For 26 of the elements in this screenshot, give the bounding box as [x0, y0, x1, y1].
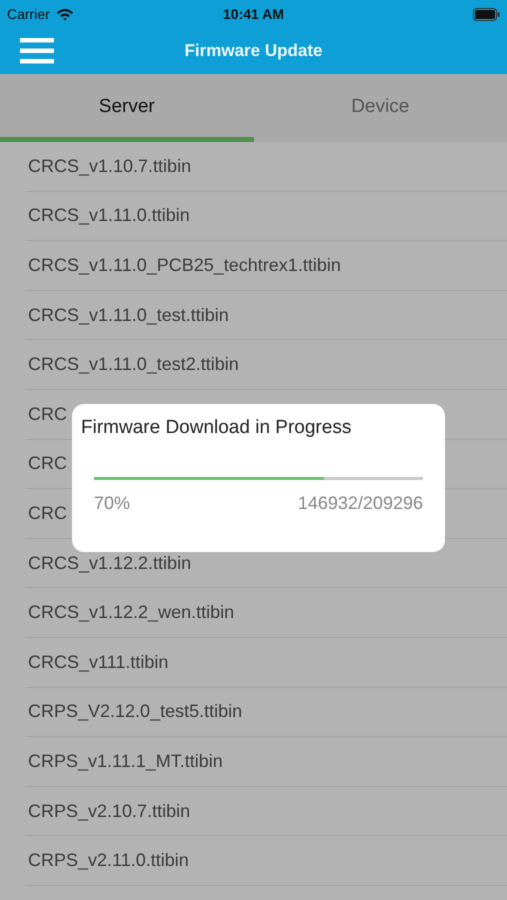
file-name[interactable]: CRCS_v1.12.2.ttibin — [28, 552, 192, 574]
clock-time: 10:41 AM — [223, 6, 284, 22]
file-name[interactable]: CRCS_v1.11.0_test.ttibin — [28, 304, 229, 326]
percent-label: 70% — [94, 493, 130, 514]
wifi-icon — [56, 8, 74, 20]
file-name[interactable]: CRPS_v2.11.0.ttibin — [28, 850, 189, 872]
dialog-title: Firmware Download in Progress — [81, 417, 352, 439]
file-name[interactable]: CRPS_v2.10.7.ttibin — [28, 800, 190, 822]
screen-title: Firmware Update — [184, 41, 322, 61]
file-name[interactable]: CRC — [28, 404, 67, 425]
file-name[interactable]: CRCS_v1.12.2_wen.ttibin — [28, 602, 234, 624]
file-name[interactable]: CRCS_v1.11.0.ttibin — [28, 205, 190, 226]
tab[interactable]: Server — [0, 74, 254, 142]
file-name[interactable]: CRCS_v111.ttibin — [28, 652, 168, 673]
file-name[interactable]: CRC — [28, 453, 67, 474]
bytes-label: 146932/209296 — [298, 493, 423, 514]
file-name[interactable]: CRPS_V2.12.0_test5.ttibin — [28, 701, 242, 722]
battery-icon — [473, 8, 500, 20]
tab[interactable]: Device — [254, 74, 507, 142]
file-name[interactable]: CRPS_v1.11.1_MT.ttibin — [28, 750, 223, 772]
file-name[interactable]: CRCS_v1.11.0_test2.ttibin — [28, 354, 239, 376]
file-name[interactable]: CRCS_v1.11.0_PCB25_techtrex1.ttibin — [28, 254, 341, 276]
file-name[interactable]: CRCS_v1.10.7.ttibin — [28, 156, 192, 177]
file-name[interactable]: CRC — [28, 502, 67, 524]
menu-icon[interactable] — [20, 38, 54, 64]
carrier-label: Carrier — [7, 6, 50, 22]
